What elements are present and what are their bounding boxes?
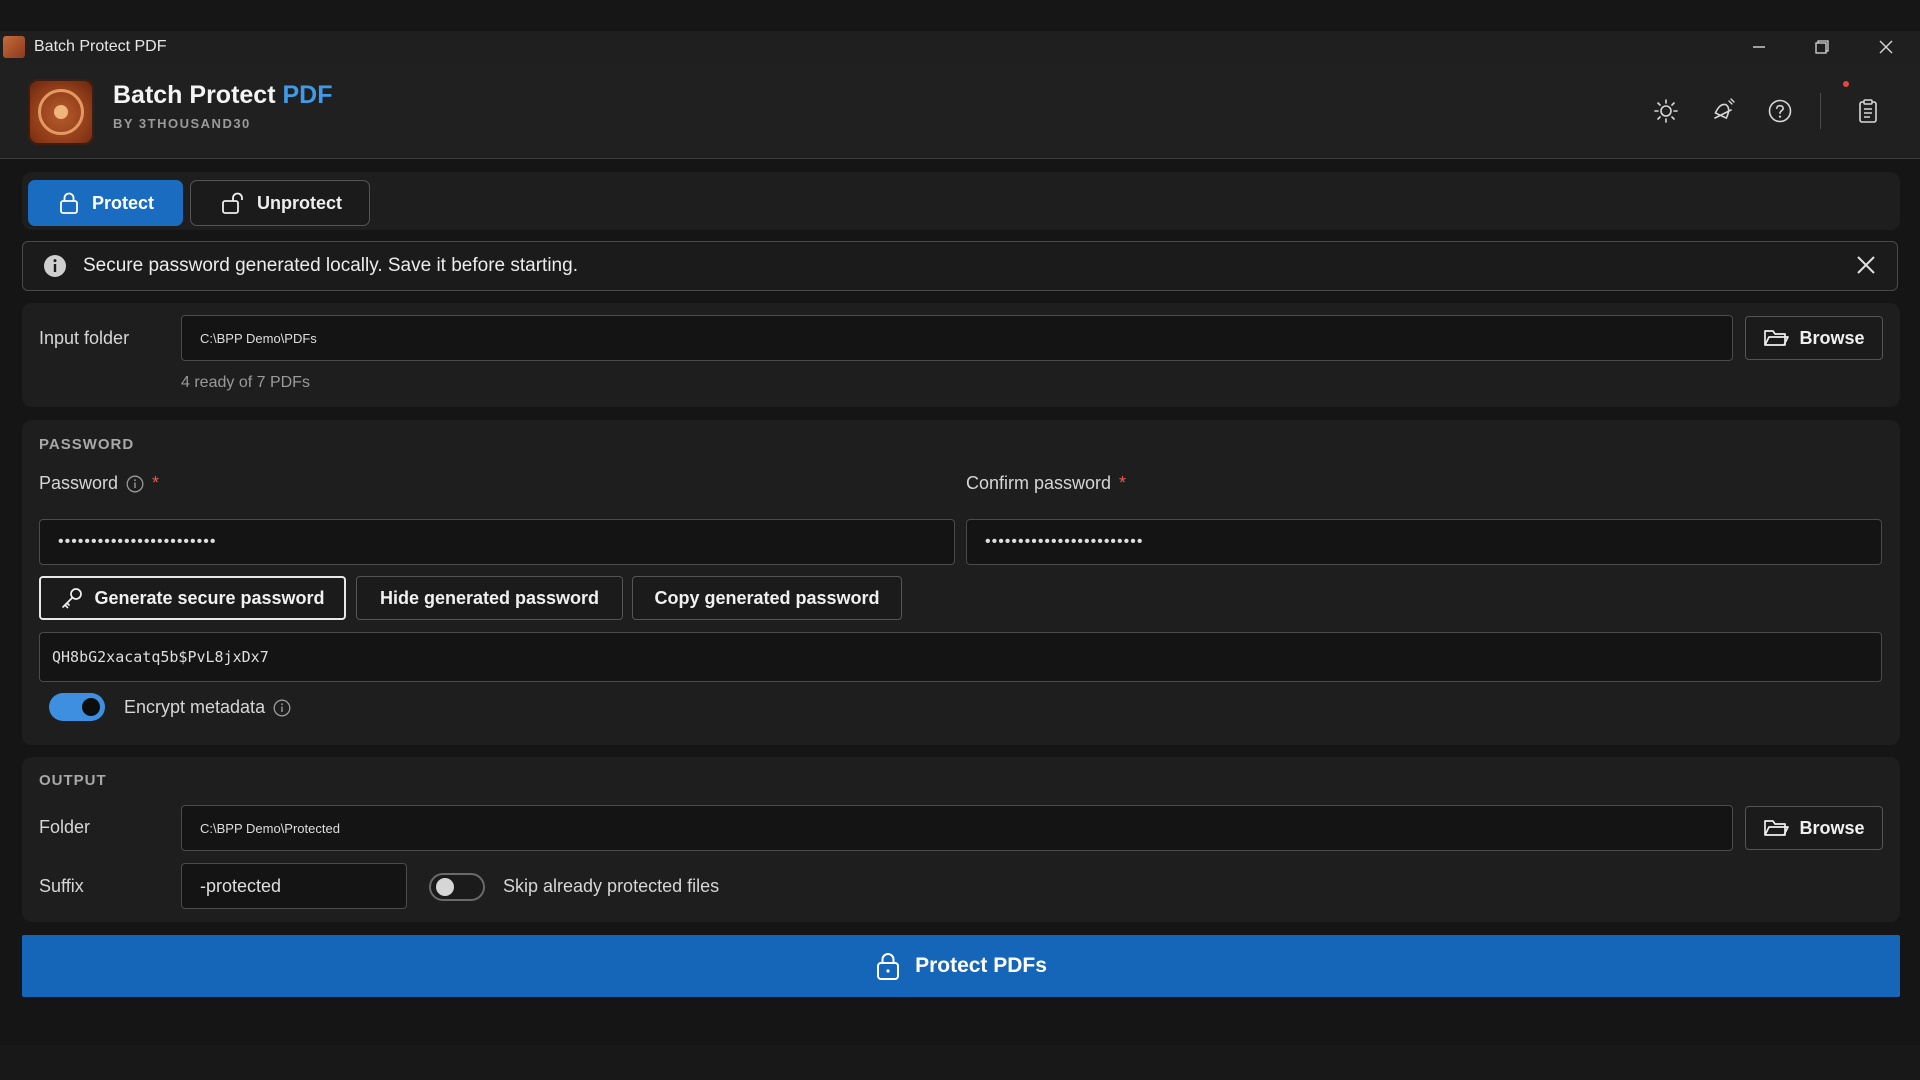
encrypt-metadata-label: Encrypt metadata (124, 697, 266, 717)
input-status: 4 ready of 7 PDFs (181, 374, 310, 391)
output-folder-field[interactable]: C:\BPP Demo\Protected (181, 805, 1733, 851)
copy-password-button[interactable]: Copy generated password (632, 576, 902, 620)
restore-button[interactable] (1791, 31, 1853, 63)
lock-icon (877, 953, 900, 980)
info-icon (44, 255, 66, 277)
window-title: Batch Protect PDF (34, 38, 167, 55)
input-browse-button[interactable]: Browse (1745, 316, 1883, 360)
confirm-password-label: Confirm password (966, 473, 1112, 493)
suffix-label: Suffix (39, 876, 84, 896)
title-bar: Batch Protect PDF (0, 31, 1920, 63)
tab-protect[interactable]: Protect (28, 180, 183, 226)
encrypt-metadata-row: Encrypt metadata (124, 697, 291, 718)
protect-pdfs-label: Protect PDFs (915, 954, 1047, 977)
minimize-icon (1753, 46, 1765, 48)
password-value: •••••••••••••••••••••••• (58, 533, 217, 550)
clipboard-button[interactable] (1850, 93, 1886, 129)
password-info-icon[interactable] (126, 475, 144, 493)
help-icon (1768, 99, 1792, 123)
minimize-button[interactable] (1728, 31, 1790, 63)
unlock-icon (222, 192, 243, 214)
header-divider (1820, 93, 1821, 129)
brand: Batch Protect PDF BY 3THOUSAND30 (113, 81, 333, 131)
output-section-title: OUTPUT (39, 772, 107, 789)
confirm-required-mark: * (1119, 473, 1127, 493)
generate-password-label: Generate secure password (94, 587, 325, 608)
brand-byline: BY 3THOUSAND30 (113, 116, 251, 131)
restore-icon (1815, 40, 1829, 54)
clipboard-icon (1859, 99, 1877, 123)
app-logo (28, 79, 94, 145)
encrypt-info-icon[interactable] (273, 699, 291, 717)
notifications-button[interactable] (1705, 93, 1741, 129)
hide-password-button[interactable]: Hide generated password (356, 576, 623, 620)
app-header: Batch Protect PDF BY 3THOUSAND30 (0, 63, 1920, 159)
suffix-field[interactable]: -protected (181, 863, 407, 909)
input-browse-label: Browse (1799, 327, 1865, 348)
tab-unprotect[interactable]: Unprotect (190, 180, 370, 226)
confirm-password-field[interactable]: •••••••••••••••••••••••• (966, 519, 1882, 565)
copy-password-label: Copy generated password (654, 587, 880, 608)
suffix-value: -protected (200, 875, 282, 896)
close-icon (1879, 40, 1893, 54)
mode-tabs: Protect Unprotect (22, 172, 1900, 230)
key-icon (62, 588, 83, 609)
folder-icon (1764, 330, 1790, 346)
skip-protected-label: Skip already protected files (503, 876, 720, 896)
lock-icon (60, 192, 78, 214)
folder-icon (1764, 820, 1790, 836)
help-button[interactable] (1762, 93, 1798, 129)
output-section: OUTPUT Folder C:\BPP Demo\Protected Brow… (22, 757, 1900, 922)
protect-pdfs-button[interactable]: Protect PDFs (22, 935, 1900, 997)
input-folder-label: Input folder (39, 328, 130, 348)
brand-main: Batch Protect (113, 81, 276, 109)
close-window-button[interactable] (1855, 31, 1917, 63)
input-folder-field[interactable]: C:\BPP Demo\PDFs (181, 315, 1733, 361)
tab-protect-label: Protect (92, 192, 155, 213)
input-folder-value: C:\BPP Demo\PDFs (200, 330, 317, 346)
dismiss-alert-icon[interactable] (1855, 254, 1877, 276)
password-label-row: Password * (39, 473, 159, 494)
generate-password-button[interactable]: Generate secure password (39, 576, 346, 620)
skip-protected-toggle[interactable] (429, 873, 485, 901)
output-folder-label: Folder (39, 817, 91, 837)
confirm-label-row: Confirm password * (966, 473, 1126, 494)
hide-password-label: Hide generated password (379, 587, 600, 608)
password-section: PASSWORD Password * Confirm password * •… (22, 420, 1900, 745)
password-section-title: PASSWORD (39, 436, 135, 453)
input-section: Input folder C:\BPP Demo\PDFs Browse 4 r… (22, 303, 1900, 407)
output-folder-value: C:\BPP Demo\Protected (200, 820, 340, 836)
output-browse-button[interactable]: Browse (1745, 806, 1883, 850)
confirm-password-value: •••••••••••••••••••••••• (985, 533, 1144, 550)
output-browse-label: Browse (1799, 817, 1865, 838)
info-alert: Secure password generated locally. Save … (22, 241, 1898, 291)
bell-icon (1714, 98, 1735, 120)
sun-icon (1654, 99, 1678, 123)
tab-unprotect-label: Unprotect (257, 192, 342, 213)
password-required-mark: * (152, 473, 160, 493)
app-icon (3, 36, 25, 58)
brand-accent: PDF (282, 81, 333, 109)
alert-message: Secure password generated locally. Save … (83, 255, 578, 276)
footer-bar (0, 1045, 1920, 1080)
top-strip (0, 0, 1920, 31)
password-field[interactable]: •••••••••••••••••••••••• (39, 519, 955, 565)
generated-password-field[interactable]: QH8bG2xacatq5b$PvL8jxDx7 (39, 632, 1882, 682)
theme-toggle-button[interactable] (1648, 93, 1684, 129)
password-label: Password (39, 473, 119, 493)
notification-dot (1843, 81, 1849, 87)
brand-name: Batch Protect PDF (113, 81, 333, 110)
generated-password-value: QH8bG2xacatq5b$PvL8jxDx7 (52, 648, 269, 666)
encrypt-metadata-toggle[interactable] (49, 693, 105, 721)
